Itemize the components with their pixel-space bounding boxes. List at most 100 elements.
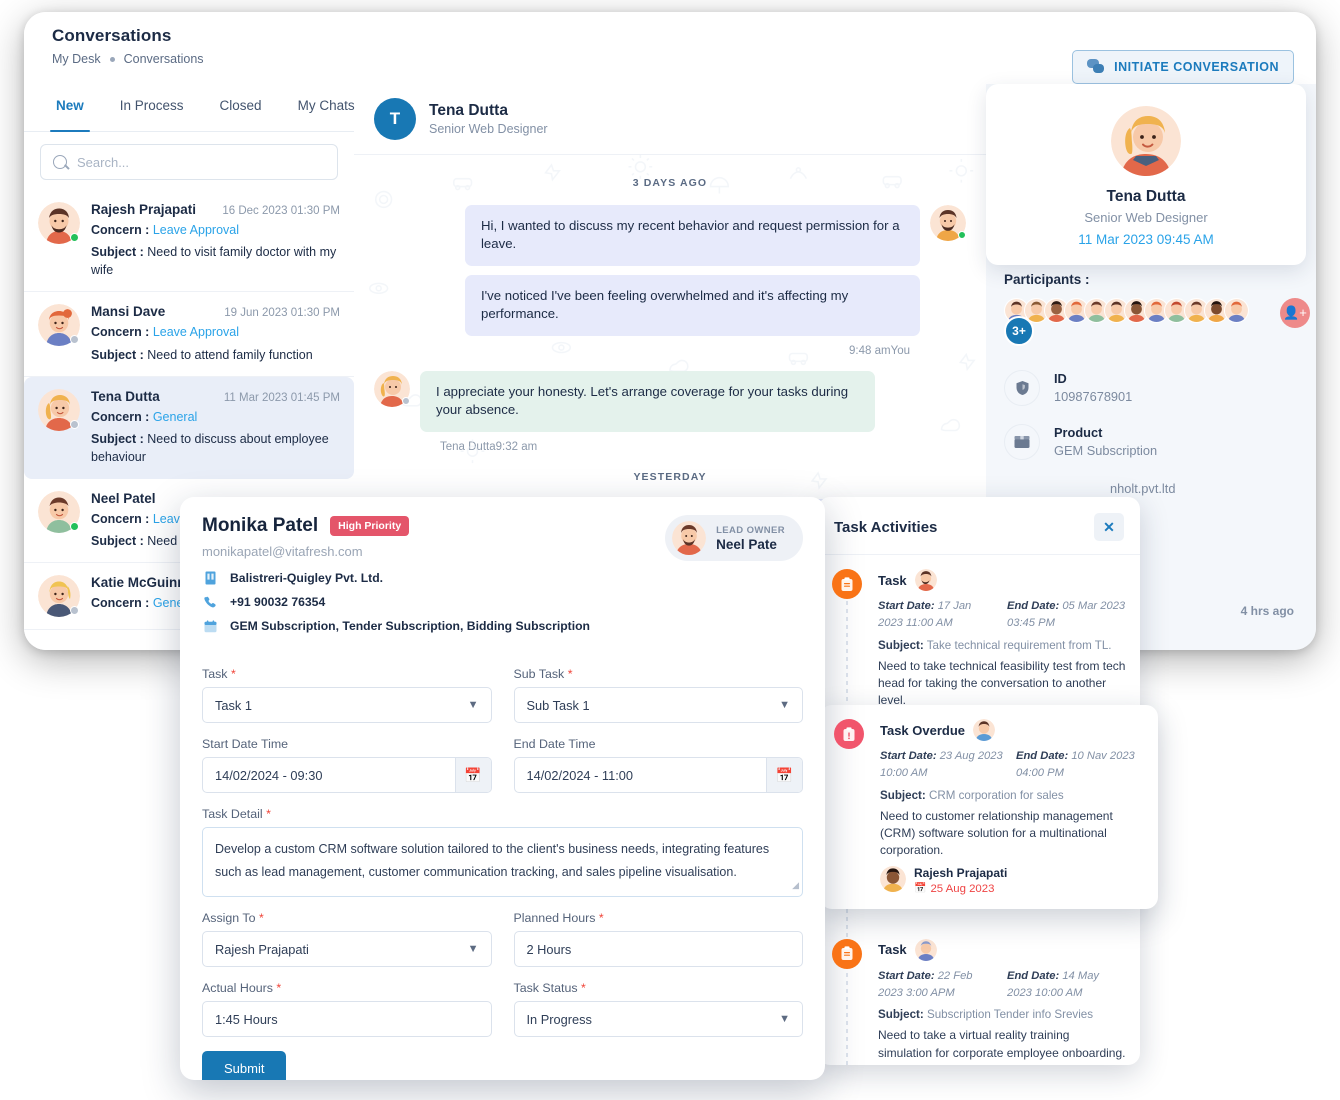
task-form: Task * Task 1 ▼ Sub Task * Sub Task 1 ▼	[180, 657, 825, 1080]
author-avatar	[880, 866, 906, 893]
list-item-body: Rajesh Prajapati 16 Dec 2023 01:30 PM Co…	[91, 202, 340, 279]
profile-role: Senior Web Designer	[1084, 210, 1208, 225]
subject-label: Subject:	[878, 638, 924, 652]
list-item-name: Mansi Dave	[91, 304, 166, 320]
timeline-rail	[832, 756, 866, 1065]
actual-hours-input[interactable]: 1:45 Hours	[202, 1001, 492, 1037]
chevron-down-icon: ▼	[467, 699, 479, 711]
subtask-label: Sub Task *	[513, 667, 573, 681]
status-dot	[958, 231, 966, 239]
start-date-label: Start Date:	[878, 969, 935, 982]
task-select[interactable]: Task 1 ▼	[202, 687, 492, 723]
message-bubble: I've noticed I've been feeling overwhelm…	[465, 274, 920, 336]
field-task: Task * Task 1 ▼	[202, 667, 492, 723]
priority-badge: High Priority	[330, 516, 410, 536]
message-bubble: I appreciate your honesty. Let's arrange…	[420, 370, 875, 432]
avatar	[38, 575, 80, 618]
task-activity-description: Need to take a virtual reality training …	[878, 1028, 1126, 1060]
task-status-select[interactable]: In Progress ▼	[513, 1001, 803, 1037]
task-activity-end: End Date: 14 May 2023 10:00 AM	[1007, 968, 1126, 1002]
concern-label: Concern :	[91, 409, 150, 424]
company-icon	[202, 571, 218, 585]
submit-button[interactable]: Submit	[202, 1051, 287, 1080]
profile-meta-list: ID 10987678901 Product GEM Subscription	[1004, 370, 1304, 514]
search-input[interactable]	[77, 154, 325, 170]
message-row-outgoing: I've noticed I've been feeling overwhelm…	[374, 274, 966, 336]
timeline-rail	[834, 719, 868, 895]
participants-section: Participants : 3+ 👤+	[1004, 272, 1316, 346]
list-item-name: Rajesh Prajapati	[91, 202, 197, 217]
task-activity-item: Task Start Date: 22 Feb 2023 3:00 APM En…	[832, 756, 1126, 1065]
status-dot	[70, 233, 79, 242]
fact-text: +91 90032 76354	[230, 595, 326, 609]
box-icon	[1004, 424, 1040, 460]
list-item[interactable]: Rajesh Prajapati 16 Dec 2023 01:30 PM Co…	[24, 190, 354, 293]
avatar	[38, 202, 80, 244]
task-activity-overdue-card[interactable]: Task Overdue Start Date: 23 Aug 2023 10:…	[820, 705, 1158, 909]
concern-value[interactable]: Leave Approval	[153, 223, 239, 237]
message-meta-incoming: Tena Dutta9:32 am	[440, 440, 538, 453]
tab-closed[interactable]: Closed	[202, 84, 280, 131]
conversation-tabs: New In Process Closed My Chats	[24, 84, 355, 132]
calendar-icon[interactable]: 📅	[454, 758, 491, 792]
required-marker: *	[598, 911, 604, 925]
concern-value[interactable]: Leave Approval	[153, 325, 239, 339]
breadcrumb-item-conversations[interactable]: Conversations	[124, 52, 204, 66]
planned-hours-label: Planned Hours *	[513, 911, 604, 925]
chat-bubbles-icon	[1087, 59, 1105, 75]
calendar-icon[interactable]: 📅	[766, 758, 802, 792]
initiate-conversation-button[interactable]: INITIATE CONVERSATION	[1072, 50, 1294, 84]
subject-value: Subscription Tender info Srevies	[926, 1008, 1094, 1022]
list-item-selected[interactable]: Tena Dutta 11 Mar 2023 01:45 PM Concern …	[24, 376, 354, 479]
task-detail-value: Develop a custom CRM software solution t…	[215, 842, 770, 880]
planned-hours-input[interactable]: 2 Hours	[513, 931, 803, 967]
calendar-icon: 📅	[914, 883, 927, 895]
shield-icon	[1004, 370, 1040, 406]
field-task-detail: Task Detail * Develop a custom CRM softw…	[202, 807, 803, 897]
breadcrumb-item-my-desk[interactable]: My Desk	[52, 52, 101, 66]
message-row-outgoing: Hi, I wanted to discuss my recent behavi…	[374, 205, 966, 266]
search-box[interactable]	[40, 144, 338, 180]
participant-avatar[interactable]	[1224, 298, 1249, 323]
field-end-date: End Date Time 14/02/2024 - 11:00 📅	[513, 737, 803, 793]
resize-grip-icon[interactable]: ◢	[792, 877, 799, 894]
fact-subscriptions: GEM Subscription, Tender Subscription, B…	[202, 619, 803, 633]
customer-name: Monika Patel	[202, 515, 319, 536]
tab-in-process[interactable]: In Process	[102, 84, 202, 131]
subtask-select[interactable]: Sub Task 1 ▼	[513, 687, 803, 723]
add-participant-button[interactable]: 👤+	[1280, 298, 1310, 328]
day-separator: YESTERDAY	[633, 470, 707, 483]
message-bubble: Hi, I wanted to discuss my recent behavi…	[465, 205, 920, 266]
task-activity-kind: Task	[878, 572, 907, 588]
participants-overflow-badge[interactable]: 3+	[1004, 316, 1034, 346]
participant-avatars[interactable]	[1004, 298, 1249, 323]
task-activity-avatar	[973, 719, 996, 741]
status-dot	[70, 335, 79, 345]
chevron-down-icon: ▼	[779, 699, 790, 711]
subject-label: Subject :	[91, 534, 144, 549]
task-activity-kind: Task Overdue	[880, 722, 966, 738]
task-activity-content: Task Start Date: 22 Feb 2023 3:00 APM En…	[878, 938, 1126, 1065]
task-activity-content: Task Overdue Start Date: 23 Aug 2023 10:…	[880, 719, 1142, 895]
screenshot-root: Conversations My Desk Conversations INIT…	[0, 0, 1340, 1100]
start-date-input[interactable]: 14/02/2024 - 09:30 📅	[202, 757, 492, 793]
clipboard-icon	[832, 569, 862, 599]
list-item[interactable]: Mansi Dave 19 Jun 2023 01:30 PM Concern …	[24, 292, 354, 377]
tab-my-chats[interactable]: My Chats	[280, 84, 373, 131]
required-marker: *	[581, 981, 586, 995]
task-detail-textarea[interactable]: Develop a custom CRM software solution t…	[202, 827, 803, 897]
required-marker: *	[276, 981, 282, 995]
end-date-value: 14/02/2024 - 11:00	[526, 767, 634, 783]
field-start-date: Start Date Time 14/02/2024 - 09:30 📅	[202, 737, 492, 793]
meta-key: Product	[1054, 425, 1103, 440]
end-date-input[interactable]: 14/02/2024 - 11:00 📅	[513, 757, 803, 793]
tab-new[interactable]: New	[38, 84, 102, 132]
task-activities-header: Task Activities ✕	[818, 497, 1140, 555]
assign-to-select[interactable]: Rajesh Prajapati ▼	[202, 931, 492, 967]
subject-value: Need to attend family function	[147, 347, 313, 362]
close-icon[interactable]: ✕	[1094, 513, 1124, 541]
task-activities-title: Task Activities	[834, 518, 938, 536]
concern-value[interactable]: General	[153, 410, 197, 424]
start-date-label: Start Date Time	[202, 737, 289, 751]
message-avatar	[930, 205, 966, 241]
